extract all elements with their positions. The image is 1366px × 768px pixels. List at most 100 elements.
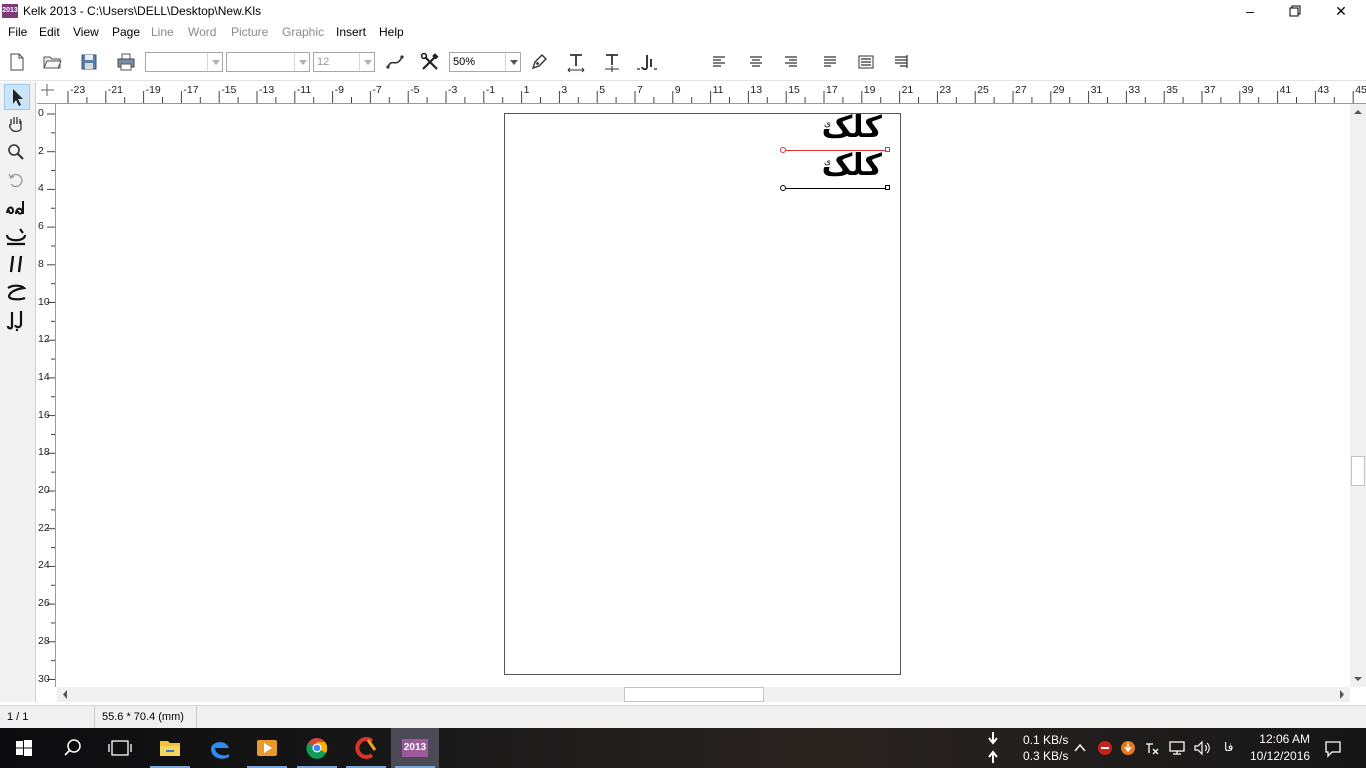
clock-date[interactable]: 10/12/2016 bbox=[1250, 749, 1310, 763]
close-button[interactable]: ✕ bbox=[1318, 0, 1364, 22]
task-view-icon[interactable] bbox=[96, 728, 144, 768]
ruler-label: 41 bbox=[1279, 84, 1292, 96]
justify-right-icon[interactable] bbox=[890, 51, 912, 73]
menu-edit[interactable]: Edit bbox=[39, 25, 60, 39]
style-combo[interactable] bbox=[226, 52, 310, 72]
ruler-label: 17 bbox=[826, 84, 838, 96]
clock-time[interactable]: 12:06 AM bbox=[1256, 732, 1310, 746]
input-method-icon[interactable] bbox=[1144, 740, 1160, 756]
tool-strip bbox=[0, 82, 36, 702]
maximize-button[interactable] bbox=[1272, 0, 1318, 22]
download-manager-icon[interactable] bbox=[1120, 740, 1136, 756]
calligraphy-line[interactable]: کلک ی bbox=[780, 148, 892, 192]
window-title: Kelk 2013 - C:\Users\DELL\Desktop\New.Kl… bbox=[23, 4, 262, 18]
align-left-icon[interactable] bbox=[708, 51, 730, 73]
download-arrow-icon bbox=[986, 731, 1000, 747]
ruler-label: -17 bbox=[183, 84, 199, 96]
menu-picture[interactable]: Picture bbox=[231, 25, 268, 39]
taskbar: 2013 0.1 KB/s 0.3 KB/s فا 12:06 AM 10/12… bbox=[0, 728, 1366, 768]
horizontal-scroll-thumb[interactable] bbox=[624, 687, 764, 702]
font-size-combo[interactable]: 12 bbox=[313, 52, 375, 72]
page[interactable]: کلک ی کلک ی bbox=[504, 110, 901, 675]
language-indicator[interactable]: فا bbox=[1224, 740, 1233, 754]
ruler-label: 1 bbox=[523, 84, 530, 96]
selection-size: 55.6 * 70.4 (mm) bbox=[95, 706, 197, 729]
tools-icon[interactable] bbox=[419, 51, 441, 73]
rotate-icon[interactable] bbox=[4, 168, 30, 194]
scroll-down-icon[interactable] bbox=[1350, 671, 1366, 687]
scroll-up-icon[interactable] bbox=[1350, 104, 1366, 120]
menu-file[interactable]: File bbox=[8, 25, 27, 39]
new-document-icon[interactable] bbox=[6, 51, 28, 73]
zoom-icon[interactable] bbox=[4, 140, 30, 166]
menu-graphic[interactable]: Graphic bbox=[282, 25, 324, 39]
ruler-label: 28 bbox=[38, 634, 50, 647]
glyph-alef-icon[interactable] bbox=[4, 252, 30, 278]
scroll-left-icon[interactable] bbox=[57, 687, 73, 702]
font-combo[interactable] bbox=[145, 52, 223, 72]
kelk-icon[interactable]: 2013 bbox=[391, 728, 439, 768]
ruler-label: 9 bbox=[674, 84, 681, 96]
horizontal-scrollbar[interactable] bbox=[57, 687, 1350, 702]
baseline-handle-right[interactable] bbox=[885, 185, 890, 190]
hand-icon[interactable] bbox=[4, 112, 30, 138]
ruler-label: 0 bbox=[38, 107, 44, 119]
antivirus-icon[interactable] bbox=[1097, 740, 1113, 756]
menu-line[interactable]: Line bbox=[151, 25, 174, 39]
menu-help[interactable]: Help bbox=[379, 25, 404, 39]
baseline bbox=[786, 188, 886, 189]
chevron-down-icon bbox=[207, 53, 222, 71]
menu-insert[interactable]: Insert bbox=[336, 25, 366, 39]
ruler-label: 31 bbox=[1090, 84, 1103, 96]
curve-tool-icon[interactable] bbox=[384, 51, 406, 73]
search-icon[interactable] bbox=[48, 728, 96, 768]
open-folder-icon[interactable] bbox=[41, 51, 63, 73]
ruler-label: 7 bbox=[637, 84, 643, 96]
media-player-icon[interactable] bbox=[243, 728, 291, 768]
menu-view[interactable]: View bbox=[73, 25, 99, 39]
zoom-combo[interactable]: 50% bbox=[449, 52, 521, 72]
glyph-bal-icon[interactable] bbox=[4, 308, 30, 334]
ruler-label: 25 bbox=[977, 84, 989, 96]
ruler-label: -23 bbox=[70, 84, 86, 96]
ruler-label: -19 bbox=[145, 84, 161, 96]
scroll-right-icon[interactable] bbox=[1334, 687, 1350, 702]
vertical-ruler[interactable]: 0 2 4 6 8 10 12 14 16 18 20 22 24 26 28 30 bbox=[37, 104, 56, 687]
vertical-scroll-thumb[interactable] bbox=[1351, 456, 1365, 486]
vertical-scrollbar[interactable] bbox=[1350, 104, 1366, 687]
edge-icon[interactable] bbox=[196, 728, 244, 768]
pen-icon[interactable] bbox=[528, 51, 550, 73]
minimize-button[interactable]: – bbox=[1227, 0, 1273, 22]
justify-left-icon[interactable] bbox=[819, 51, 841, 73]
horizontal-ruler[interactable]: -23 -21 -19 -17 -15 -13 -11 -9 -7 -5 -3 -1 1 3 5 7 9 11 13… bbox=[37, 82, 1366, 104]
glyph-swash-icon[interactable] bbox=[4, 224, 30, 250]
ccleaner-icon[interactable] bbox=[342, 728, 390, 768]
menu-word[interactable]: Word bbox=[188, 25, 216, 39]
menu-bar: File Edit View Page Line Word Picture Gr… bbox=[0, 22, 1366, 43]
file-explorer-icon[interactable] bbox=[146, 728, 194, 768]
start-icon[interactable] bbox=[0, 728, 48, 768]
ruler-label: -15 bbox=[221, 84, 237, 96]
notification-icon[interactable] bbox=[1324, 740, 1342, 758]
baseline-handle-left[interactable] bbox=[780, 185, 786, 191]
text-move-icon[interactable] bbox=[601, 51, 623, 73]
text-size-icon[interactable] bbox=[565, 51, 587, 73]
volume-icon[interactable] bbox=[1193, 740, 1211, 756]
justify-full-icon[interactable] bbox=[855, 51, 877, 73]
align-center-icon[interactable] bbox=[745, 51, 767, 73]
word-spacing-icon[interactable] bbox=[636, 51, 658, 73]
align-right-icon[interactable] bbox=[780, 51, 802, 73]
chevron-up-icon[interactable] bbox=[1072, 740, 1088, 756]
network-icon[interactable] bbox=[1168, 740, 1186, 756]
pointer-icon[interactable] bbox=[4, 84, 30, 110]
diacritic-mark: ی bbox=[824, 119, 832, 129]
ruler-label: 10 bbox=[38, 295, 50, 308]
document-canvas[interactable]: کلک ی کلک ی bbox=[57, 104, 1350, 687]
print-icon[interactable] bbox=[115, 51, 137, 73]
save-icon[interactable] bbox=[78, 51, 100, 73]
menu-page[interactable]: Page bbox=[112, 25, 140, 39]
glyph-jim-icon[interactable] bbox=[4, 280, 30, 306]
ruler-label: 27 bbox=[1015, 84, 1027, 96]
chrome-icon[interactable] bbox=[293, 728, 341, 768]
glyph-ha-icon[interactable] bbox=[4, 196, 30, 222]
